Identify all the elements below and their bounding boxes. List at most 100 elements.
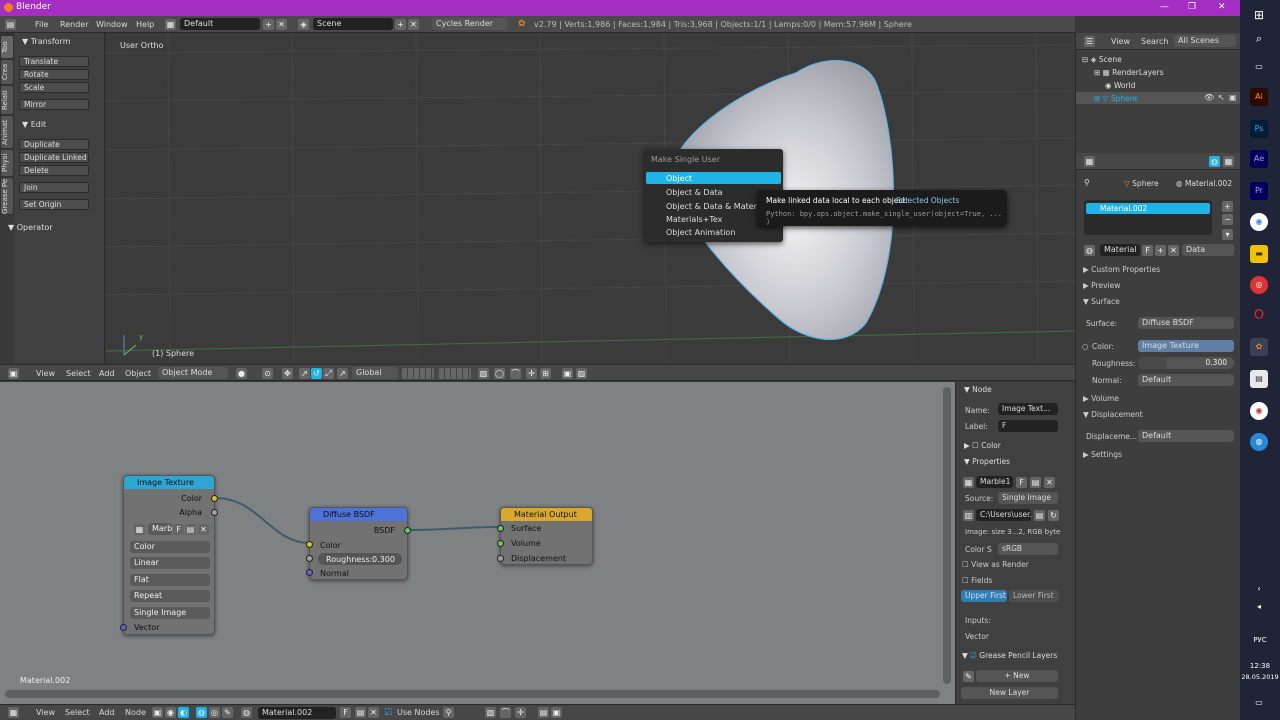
render-engine-select[interactable]: Cycles Render (432, 18, 507, 30)
filebrowser-icon[interactable]: ▤ (1034, 510, 1045, 521)
input-volume-socket[interactable] (497, 540, 504, 547)
upper-first-toggle[interactable]: Upper First (961, 590, 1007, 602)
chrome-icon[interactable]: ◉ (1250, 213, 1268, 231)
node-section-header[interactable]: ▼ Node (964, 385, 992, 394)
color-section-header[interactable]: ▶ ☐ Color (964, 441, 1001, 450)
menu-item-materials-tex[interactable]: Materials+Tex (666, 215, 722, 224)
set-origin-select[interactable]: Set Origin (19, 199, 89, 210)
roughness-slider[interactable]: 0.300 (1138, 357, 1234, 369)
diffuse-bsdf-node[interactable]: Diffuse BSDF BSDF Color Roughness: 0.300… (306, 507, 411, 580)
layout-field[interactable]: Default (180, 18, 260, 30)
gp-layers-header[interactable]: ▼ ☑ Grease Pencil Layers (962, 651, 1057, 660)
close-icon[interactable]: ✕ (1218, 2, 1226, 12)
node-editor[interactable]: Image Texture Color Alpha ▦ Marb F ▤ ✕ C… (0, 382, 955, 704)
texture-tab-icon[interactable]: ▦ (1223, 156, 1234, 167)
material-slot-list[interactable]: Material.002 (1084, 200, 1212, 235)
material-unlink-icon[interactable]: ✕ (368, 707, 379, 718)
blender-task-icon[interactable]: ✿ (1250, 338, 1268, 356)
material-tab-icon[interactable]: ◍ (1209, 156, 1220, 167)
scene-field[interactable]: Scene (313, 18, 393, 30)
paste-icon[interactable]: ▣ (551, 707, 562, 718)
snap-element-icon[interactable]: ✛ (515, 707, 526, 718)
input-color-socket[interactable] (306, 541, 313, 548)
outliner-renderlayers[interactable]: ⊞ ▦ RenderLayers (1094, 68, 1164, 77)
lower-first-toggle[interactable]: Lower First (1009, 590, 1059, 602)
explorer-icon[interactable]: ▬ (1250, 245, 1268, 263)
shader-object-icon[interactable]: ▣ (152, 707, 163, 718)
outliner-world[interactable]: ◉ World (1105, 81, 1135, 90)
tray-chevron-icon[interactable]: ‹ (1250, 580, 1268, 598)
add-layout-icon[interactable]: + (263, 19, 274, 30)
node-name-field[interactable]: Image Text... (998, 403, 1058, 415)
media-icon[interactable]: ◉ (1250, 402, 1268, 420)
menu-add[interactable]: Add (99, 369, 115, 378)
tab-tools[interactable]: Too (1, 36, 13, 58)
input-roughness-socket[interactable] (306, 555, 313, 562)
camera-icon[interactable]: ▨ (576, 368, 587, 379)
image-unlink-icon[interactable]: ✕ (1044, 477, 1055, 488)
widget-scale-icon[interactable]: ⤢ (323, 368, 334, 379)
color-socket-icon[interactable]: ○ (1082, 342, 1089, 351)
pin-icon[interactable]: ⚲ (443, 707, 454, 718)
editor-type-icon[interactable]: ▦ (8, 707, 19, 718)
snap-icon[interactable]: ⌒ (500, 707, 511, 718)
windows-start-icon[interactable]: ⊞ (1250, 6, 1268, 24)
tab-relations[interactable]: Relati (1, 86, 13, 114)
menu-select[interactable]: Select (66, 369, 91, 378)
image-fake-user[interactable]: F (1016, 477, 1027, 488)
duplicate-button[interactable]: Duplicate (19, 139, 89, 150)
pin-icon[interactable]: ⚲ (1084, 178, 1090, 187)
material-new-icon[interactable]: + (1155, 245, 1166, 256)
output-bsdf-socket[interactable] (404, 527, 411, 534)
image-name-field[interactable]: Marble1 (976, 476, 1013, 488)
material-datablock[interactable]: Material (1100, 244, 1140, 256)
render-preview-icon[interactable]: ▣ (562, 368, 573, 379)
link-select[interactable]: Data (1182, 244, 1234, 256)
maximize-icon[interactable]: ❐ (1188, 2, 1196, 12)
projection-select[interactable]: Flat (130, 574, 210, 586)
premiere-icon[interactable]: Pr (1250, 182, 1268, 200)
opera-icon[interactable]: O (1250, 307, 1268, 325)
edit-header[interactable]: ▼ Edit (22, 120, 46, 129)
delete-button[interactable]: Delete (19, 165, 89, 176)
orientation-select[interactable]: Global (352, 367, 398, 379)
image-browse-icon[interactable]: ▦ (963, 477, 974, 488)
scale-button[interactable]: Scale (19, 82, 89, 93)
scene-icon[interactable]: ◈ (298, 19, 309, 30)
menu-view[interactable]: View (1111, 37, 1130, 46)
snap-target-icon[interactable]: ⊞ (540, 368, 551, 379)
messenger-icon[interactable]: ◍ (1250, 433, 1268, 451)
horizontal-scrollbar[interactable] (5, 690, 940, 698)
clock-time[interactable]: 12:38 (1240, 662, 1280, 670)
remove-layout-icon[interactable]: ✕ (276, 19, 287, 30)
input-vector-socket[interactable] (120, 624, 127, 631)
proportional-icon[interactable]: ◯ (494, 368, 505, 379)
outliner-sphere[interactable]: ⊞ ▽ Sphere (1094, 94, 1137, 103)
tab-grease-pencil[interactable]: Grease Pe (1, 178, 13, 214)
join-button[interactable]: Join (19, 182, 89, 193)
node-header[interactable]: Image Texture (124, 476, 214, 489)
menu-render[interactable]: Render (60, 20, 88, 29)
object-shader-icon[interactable]: ◍ (196, 707, 207, 718)
image-unlink-icon[interactable]: ✕ (198, 524, 209, 535)
mirror-button[interactable]: Mirror (19, 99, 89, 110)
gp-pencil-icon[interactable]: ✎ (963, 671, 974, 682)
slot-specials-icon[interactable]: ▾ (1222, 229, 1233, 240)
color-mode-select[interactable]: Color (130, 541, 210, 553)
material-fake-user[interactable]: F (1142, 245, 1153, 256)
normal-select[interactable]: Default (1138, 374, 1234, 386)
material-browse-icon[interactable]: ◍ (241, 707, 252, 718)
image-open-icon[interactable]: ▤ (185, 524, 196, 535)
outliner-scene[interactable]: ⊟ ◈ Scene (1082, 55, 1122, 64)
image-open-icon[interactable]: ▤ (1030, 477, 1041, 488)
image-fake-user[interactable]: F (173, 524, 184, 535)
shader-nodes-icon[interactable]: ◐ (178, 707, 189, 718)
menu-object[interactable]: Object (125, 369, 151, 378)
menu-view[interactable]: View (36, 369, 55, 378)
remove-scene-icon[interactable]: ✕ (408, 19, 419, 30)
calendar-icon[interactable]: ▤ (1250, 370, 1268, 388)
menu-search[interactable]: Search (1141, 37, 1168, 46)
menu-item-object-data[interactable]: Object & Data (666, 188, 722, 197)
notifications-icon[interactable]: ▭ (1250, 694, 1268, 712)
illustrator-icon[interactable]: Ai (1250, 88, 1268, 106)
